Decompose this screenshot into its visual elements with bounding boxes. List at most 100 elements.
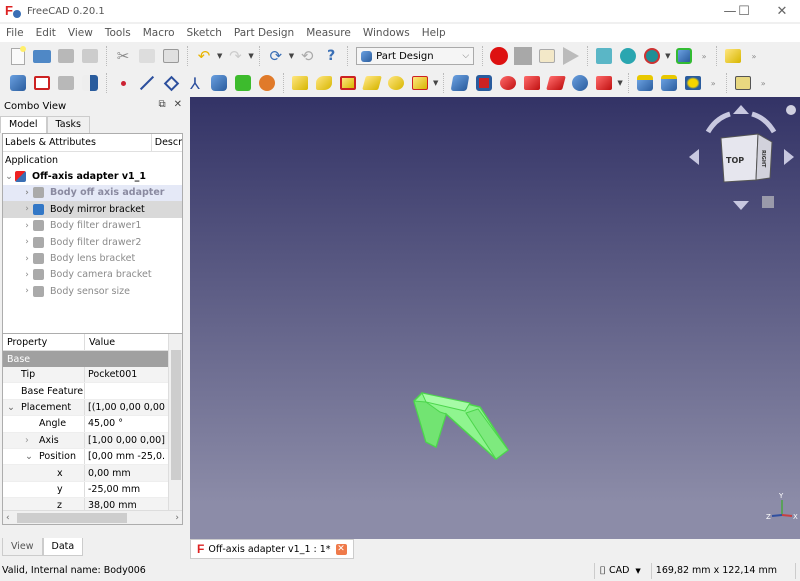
collapse-chevron-icon[interactable]: › <box>21 237 33 247</box>
menu-view[interactable]: View <box>62 27 99 39</box>
toolbar-overflow-button-4[interactable]: » <box>761 79 766 88</box>
undo-dropdown-icon[interactable]: ▼ <box>217 52 222 60</box>
close-panel-icon[interactable]: ✕ <box>174 99 182 110</box>
expand-chevron-icon[interactable]: ⌄ <box>25 451 39 462</box>
tab-data[interactable]: Data <box>42 538 84 556</box>
cut-icon[interactable]: ✂ <box>113 46 133 66</box>
revolution-icon[interactable] <box>314 73 334 93</box>
macro-stop-icon[interactable] <box>513 46 533 66</box>
property-row[interactable]: Base Feature <box>3 383 168 400</box>
bounding-box-icon[interactable] <box>674 46 694 66</box>
whats-this-icon[interactable]: ? <box>321 46 341 66</box>
macro-edit-icon[interactable] <box>537 46 557 66</box>
navigation-style-selector[interactable]: CAD <box>609 565 629 576</box>
collapse-chevron-icon[interactable]: › <box>21 188 33 198</box>
property-column-header[interactable]: Property <box>3 334 85 350</box>
menu-measure[interactable]: Measure <box>300 27 357 39</box>
tree-item-body[interactable]: › Body mirror bracket <box>3 201 182 218</box>
tab-model[interactable]: Model <box>0 116 47 133</box>
chamfer-icon[interactable] <box>659 73 679 93</box>
property-vertical-scrollbar[interactable] <box>168 334 182 510</box>
refresh-dropdown-icon[interactable]: ▼ <box>289 52 294 60</box>
property-value[interactable]: -25,00 mm <box>85 484 165 495</box>
collapse-chevron-icon[interactable]: › <box>25 435 39 446</box>
additive-pipe-icon[interactable] <box>362 73 382 93</box>
property-horizontal-scrollbar[interactable]: ‹ › <box>3 510 182 524</box>
subtractive-pipe-icon[interactable] <box>546 73 567 93</box>
additive-loft-icon[interactable] <box>338 73 358 93</box>
property-value[interactable]: Pocket001 <box>85 369 165 380</box>
save-document-icon[interactable] <box>56 46 76 66</box>
toolbar-overflow-button-2[interactable]: » <box>751 52 756 61</box>
hole-icon[interactable] <box>474 73 494 93</box>
subtractive-box-icon[interactable] <box>594 73 614 93</box>
property-row[interactable]: y -25,00 mm <box>3 481 168 499</box>
additive-box-icon[interactable] <box>410 73 430 93</box>
menu-tools[interactable]: Tools <box>99 27 137 39</box>
menu-macro[interactable]: Macro <box>137 27 181 39</box>
property-group-base[interactable]: Base <box>3 351 168 367</box>
create-sketch-icon[interactable] <box>32 73 52 93</box>
scroll-left-icon[interactable]: ‹ <box>6 513 10 523</box>
collapse-chevron-icon[interactable]: › <box>21 270 33 280</box>
property-value[interactable]: [0,00 mm -25,0... <box>85 451 165 462</box>
property-row[interactable]: Tip Pocket001 <box>3 367 168 384</box>
menu-part-design[interactable]: Part Design <box>228 27 300 39</box>
undo-icon[interactable]: ↶ <box>194 46 214 66</box>
scroll-right-icon[interactable]: › <box>175 513 179 523</box>
collapse-chevron-icon[interactable]: › <box>21 286 33 296</box>
subtractive-helix-icon[interactable] <box>570 73 590 93</box>
zoom-selection-icon[interactable] <box>618 46 638 66</box>
additive-primitive-dropdown-icon[interactable]: ▼ <box>433 79 438 87</box>
macro-record-icon[interactable] <box>489 46 509 66</box>
menu-edit[interactable]: Edit <box>30 27 62 39</box>
toolbar-overflow-button-3[interactable]: » <box>711 79 716 88</box>
expand-chevron-icon[interactable]: ⌄ <box>7 402 21 413</box>
copy-icon[interactable] <box>137 46 157 66</box>
menu-sketch[interactable]: Sketch <box>181 27 228 39</box>
pad-icon[interactable] <box>290 73 310 93</box>
part-design-body-icon[interactable] <box>723 46 743 66</box>
close-button[interactable]: ✕ <box>766 0 798 22</box>
tab-tasks[interactable]: Tasks <box>46 116 90 133</box>
datum-plane-icon[interactable] <box>161 73 181 93</box>
import-icon[interactable] <box>56 73 76 93</box>
draw-style-icon[interactable] <box>642 46 662 66</box>
shape-binder-icon[interactable] <box>80 73 100 93</box>
create-body-icon[interactable] <box>8 73 28 93</box>
property-row[interactable]: Angle 45,00 ° <box>3 416 168 433</box>
datum-point-icon[interactable] <box>113 73 133 93</box>
clone-icon[interactable] <box>257 73 277 93</box>
tree-item-body[interactable]: › Body camera bracket <box>3 267 182 283</box>
view-menu-cube-icon[interactable] <box>762 196 774 208</box>
measure-icon[interactable] <box>733 73 753 93</box>
coordinate-system-icon[interactable]: ⅄ <box>185 73 205 93</box>
property-row[interactable]: ⌄ Position [0,00 mm -25,0... <box>3 448 168 466</box>
value-column-header[interactable]: Value <box>85 334 115 350</box>
collapse-chevron-icon[interactable]: › <box>21 221 33 231</box>
tree-item-body[interactable]: › Body filter drawer1 <box>3 218 182 234</box>
draft-icon[interactable] <box>683 73 703 93</box>
collapse-chevron-icon[interactable]: › <box>21 204 33 214</box>
tab-view[interactable]: View <box>2 538 43 556</box>
property-row[interactable]: x 0,00 mm <box>3 465 168 482</box>
draw-style-dropdown-icon[interactable]: ▼ <box>665 52 670 60</box>
maximize-button[interactable]: ☐ <box>728 0 760 22</box>
expand-chevron-icon[interactable]: ⌄ <box>3 172 15 182</box>
tree-item-body[interactable]: › Body filter drawer2 <box>3 234 182 250</box>
groove-icon[interactable] <box>498 73 518 93</box>
rotate-ccw-arc-icon[interactable] <box>705 111 731 134</box>
tree-item-body[interactable]: › Body lens bracket <box>3 250 182 266</box>
property-row[interactable]: › Axis [1,00 0,00 0,00] <box>3 432 168 449</box>
close-tab-icon[interactable]: ✕ <box>335 543 347 555</box>
float-panel-icon[interactable]: ⧉ <box>158 99 165 110</box>
toolbar-overflow-button[interactable]: » <box>702 52 707 61</box>
tree-item-body[interactable]: › Body sensor size <box>3 283 182 299</box>
workbench-selector[interactable]: Part Design ⌵ <box>356 47 475 65</box>
property-value[interactable]: 0,00 mm <box>85 468 165 479</box>
redo-dropdown-icon[interactable]: ▼ <box>248 52 253 60</box>
navcube-menu-icon[interactable] <box>786 105 796 115</box>
redo-icon[interactable]: ↷ <box>225 46 245 66</box>
tree-document[interactable]: ⌄ Off-axis adapter v1_1 <box>3 168 182 184</box>
rotate-right-arrow-icon[interactable] <box>784 149 794 165</box>
